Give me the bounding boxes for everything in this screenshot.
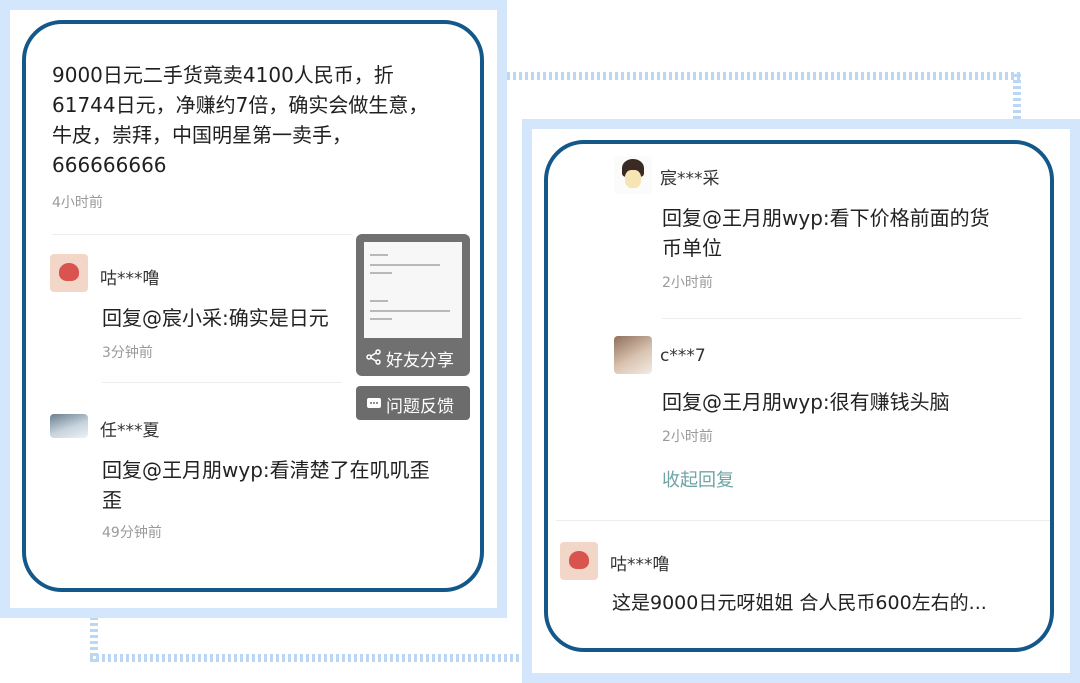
post-text: 9000日元二手货竟卖4100人民币，折61744日元，净赚约7倍，确实会做生意…	[52, 63, 429, 177]
dotted-line-left	[90, 618, 98, 662]
left-comment-card: 9000日元二手货竟卖4100人民币，折61744日元，净赚约7倍，确实会做生意…	[22, 20, 484, 592]
dotted-line-top	[507, 72, 1022, 80]
comment-reply: 回复@王月朋wyp:看下价格前面的货	[662, 206, 990, 230]
comment-reply: 回复@王月朋wyp:很有赚钱头脑	[662, 390, 950, 414]
avatar[interactable]	[50, 254, 88, 292]
comment-time: 2小时前	[662, 429, 713, 445]
avatar[interactable]	[50, 414, 88, 438]
feedback-button[interactable]: 问题反馈	[356, 386, 470, 420]
feedback-icon	[366, 396, 382, 415]
comment-time: 49分钟前	[102, 525, 162, 541]
collapse-replies-link[interactable]: 收起回复	[662, 466, 734, 492]
avatar[interactable]	[614, 156, 652, 194]
comment-reply-continued: 歪	[102, 488, 122, 512]
right-comment-card: 宸***采 回复@王月朋wyp:看下价格前面的货 币单位 2小时前 c***7 …	[544, 140, 1054, 652]
divider	[102, 382, 342, 383]
share-icon	[366, 349, 382, 369]
comment-reply: 回复@王月朋wyp:看清楚了在叽叽歪	[102, 458, 430, 482]
dotted-line-bottom	[90, 654, 522, 662]
avatar[interactable]	[614, 336, 652, 374]
comment-reply: 回复@宸小采:确实是日元	[102, 306, 329, 330]
feedback-label[interactable]: 问题反馈	[386, 392, 454, 417]
divider	[662, 318, 1022, 319]
share-popup[interactable]: 好友分享	[356, 234, 470, 376]
post-time: 4小时前	[52, 195, 103, 211]
comment-time: 2小时前	[662, 275, 713, 291]
divider	[52, 234, 352, 235]
dotted-line-right	[1013, 72, 1021, 119]
comment-username[interactable]: 咕***噜	[100, 264, 160, 289]
comment-time: 3分钟前	[102, 345, 153, 361]
divider	[556, 520, 1050, 521]
comment-text: 这是9000日元呀姐姐 合人民币600左右的...	[612, 592, 987, 614]
comment-username[interactable]: 咕***噜	[610, 550, 670, 575]
comment-reply-continued: 币单位	[662, 236, 722, 260]
share-preview-thumbnail	[364, 242, 462, 338]
comment-username[interactable]: 任***夏	[100, 416, 160, 441]
share-label[interactable]: 好友分享	[386, 346, 454, 371]
comment-username[interactable]: 宸***采	[660, 164, 720, 189]
comment-username[interactable]: c***7	[660, 346, 706, 366]
avatar[interactable]	[560, 542, 598, 580]
